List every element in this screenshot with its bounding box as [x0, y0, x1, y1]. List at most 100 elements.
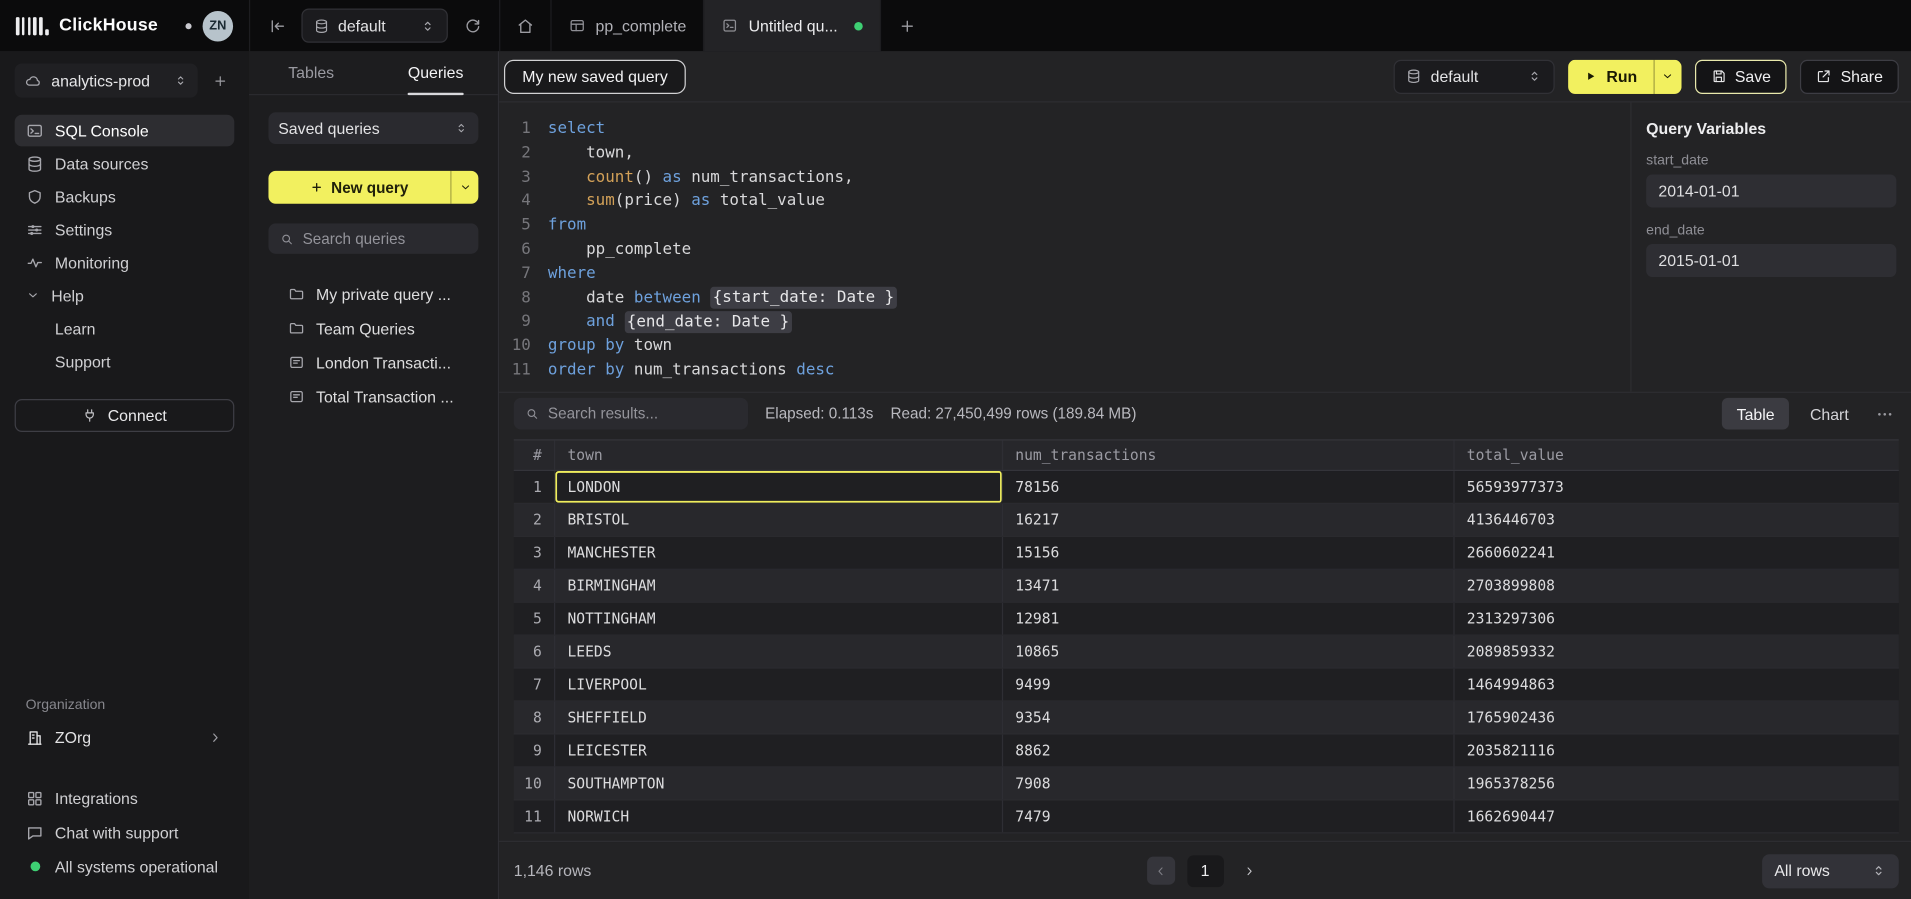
query-search-input[interactable]	[303, 230, 468, 247]
table-cell[interactable]: 9354	[1003, 702, 1455, 734]
tab-untitled-query[interactable]: Untitled qu...	[705, 0, 882, 51]
sidebar-item-backups[interactable]: Backups	[15, 181, 235, 213]
table-cell[interactable]: LEEDS	[555, 636, 1003, 668]
table-cell[interactable]: 13471	[1003, 570, 1455, 602]
view-chart-button[interactable]: Chart	[1795, 398, 1863, 430]
table-cell[interactable]: 16217	[1003, 504, 1455, 536]
table-cell[interactable]: 2089859332	[1455, 636, 1899, 668]
service-selector[interactable]: analytics-prod	[15, 63, 198, 97]
results-search[interactable]	[514, 398, 748, 430]
code-line[interactable]: where	[548, 262, 897, 286]
table-cell[interactable]: 56593977373	[1455, 471, 1899, 503]
sql-code[interactable]: select town, count() as num_transactions…	[548, 117, 897, 392]
sidebar-item-settings[interactable]: Settings	[15, 214, 235, 246]
saved-query-item[interactable]: Total Transaction ...	[268, 381, 478, 413]
new-tab-button[interactable]	[882, 0, 933, 51]
sidebar-item-system-status[interactable]: All systems operational	[15, 851, 235, 883]
code-line[interactable]: sum(price) as total_value	[548, 190, 897, 214]
table-cell[interactable]: 15156	[1003, 537, 1455, 569]
sidebar-item-monitoring[interactable]: Monitoring	[15, 247, 235, 279]
table-cell[interactable]: LEICESTER	[555, 735, 1003, 767]
tab-tables[interactable]: Tables	[249, 51, 373, 94]
editor-database-selector[interactable]: default	[1394, 59, 1555, 93]
new-query-dropdown-button[interactable]	[450, 171, 478, 204]
sidebar-item-integrations[interactable]: Integrations	[15, 782, 235, 814]
code-line[interactable]: and {end_date: Date }	[548, 310, 897, 334]
page-size-selector[interactable]: All rows	[1762, 854, 1899, 888]
organization-selector[interactable]: ZOrg	[15, 721, 235, 753]
table-cell[interactable]: SHEFFIELD	[555, 702, 1003, 734]
table-cell[interactable]: 4136446703	[1455, 504, 1899, 536]
table-cell[interactable]: BIRMINGHAM	[555, 570, 1003, 602]
collapse-sidebar-button[interactable]	[262, 11, 291, 40]
new-query-button[interactable]: New query	[268, 171, 450, 204]
table-cell[interactable]: BRISTOL	[555, 504, 1003, 536]
table-cell[interactable]: 2313297306	[1455, 603, 1899, 635]
prev-page-button[interactable]	[1146, 857, 1174, 885]
end-date-field[interactable]	[1646, 244, 1896, 277]
table-cell[interactable]: 9499	[1003, 669, 1455, 701]
sidebar-item-sql-console[interactable]: SQL Console	[15, 115, 235, 147]
topbar-database-selector[interactable]: default	[301, 9, 447, 43]
table-cell[interactable]: 1765902436	[1455, 702, 1899, 734]
column-header-total-value[interactable]: total_value	[1455, 441, 1899, 470]
sidebar-item-chat-support[interactable]: Chat with support	[15, 816, 235, 848]
table-cell[interactable]: 12981	[1003, 603, 1455, 635]
table-cell[interactable]: 1662690447	[1455, 801, 1899, 833]
connect-button[interactable]: Connect	[15, 399, 235, 432]
query-search[interactable]	[268, 223, 478, 254]
saved-queries-dropdown[interactable]: Saved queries	[268, 112, 478, 144]
refresh-button[interactable]	[458, 11, 487, 40]
end-date-input[interactable]	[1658, 251, 1884, 269]
saved-query-folder[interactable]: My private query ...	[268, 278, 478, 310]
code-line[interactable]: order by num_transactions desc	[548, 359, 897, 383]
table-cell[interactable]: NORWICH	[555, 801, 1003, 833]
table-cell[interactable]: 7908	[1003, 768, 1455, 800]
code-line[interactable]: from	[548, 214, 897, 238]
next-page-button[interactable]	[1236, 857, 1264, 885]
table-cell[interactable]: LIVERPOOL	[555, 669, 1003, 701]
column-header-num-transactions[interactable]: num_transactions	[1003, 441, 1455, 470]
share-button[interactable]: Share	[1800, 59, 1898, 93]
table-cell[interactable]: LONDON	[555, 471, 1003, 503]
table-cell[interactable]: 1965378256	[1455, 768, 1899, 800]
code-line[interactable]: date between {start_date: Date }	[548, 286, 897, 310]
start-date-field[interactable]	[1646, 175, 1896, 208]
sql-editor[interactable]: 1234567891011 select town, count() as nu…	[499, 103, 1630, 392]
sidebar-item-support[interactable]: Support	[15, 345, 235, 377]
sidebar-item-data-sources[interactable]: Data sources	[15, 148, 235, 180]
table-cell[interactable]: 2660602241	[1455, 537, 1899, 569]
table-cell[interactable]: 7479	[1003, 801, 1455, 833]
saved-query-folder[interactable]: Team Queries	[268, 312, 478, 344]
table-cell[interactable]: 1464994863	[1455, 669, 1899, 701]
tab-pp-complete[interactable]: pp_complete	[552, 0, 705, 51]
table-cell[interactable]: 10865	[1003, 636, 1455, 668]
tab-queries[interactable]: Queries	[373, 51, 497, 94]
table-cell[interactable]: NOTTINGHAM	[555, 603, 1003, 635]
save-button[interactable]: Save	[1695, 59, 1787, 93]
home-tab[interactable]	[500, 0, 551, 51]
code-line[interactable]: town,	[548, 141, 897, 165]
start-date-input[interactable]	[1658, 182, 1884, 200]
current-page[interactable]: 1	[1187, 855, 1224, 887]
table-cell[interactable]: 2703899808	[1455, 570, 1899, 602]
code-line[interactable]: pp_complete	[548, 238, 897, 262]
code-line[interactable]: select	[548, 117, 897, 141]
saved-query-tab[interactable]: My new saved query	[504, 59, 686, 93]
table-cell[interactable]: 8862	[1003, 735, 1455, 767]
view-table-button[interactable]: Table	[1722, 398, 1789, 430]
add-service-button[interactable]	[205, 66, 234, 95]
table-cell[interactable]: MANCHESTER	[555, 537, 1003, 569]
results-search-input[interactable]	[548, 405, 737, 422]
saved-query-item[interactable]: London Transacti...	[268, 347, 478, 379]
run-options-dropdown[interactable]	[1653, 59, 1681, 93]
user-avatar[interactable]: ZN	[203, 10, 234, 41]
code-line[interactable]: group by town	[548, 335, 897, 359]
code-line[interactable]: count() as num_transactions,	[548, 165, 897, 189]
table-cell[interactable]: 2035821116	[1455, 735, 1899, 767]
sidebar-item-help[interactable]: Help	[15, 279, 235, 311]
table-cell[interactable]: SOUTHAMPTON	[555, 768, 1003, 800]
sidebar-item-learn[interactable]: Learn	[15, 312, 235, 344]
run-button[interactable]: Run	[1569, 59, 1654, 93]
table-cell[interactable]: 78156	[1003, 471, 1455, 503]
